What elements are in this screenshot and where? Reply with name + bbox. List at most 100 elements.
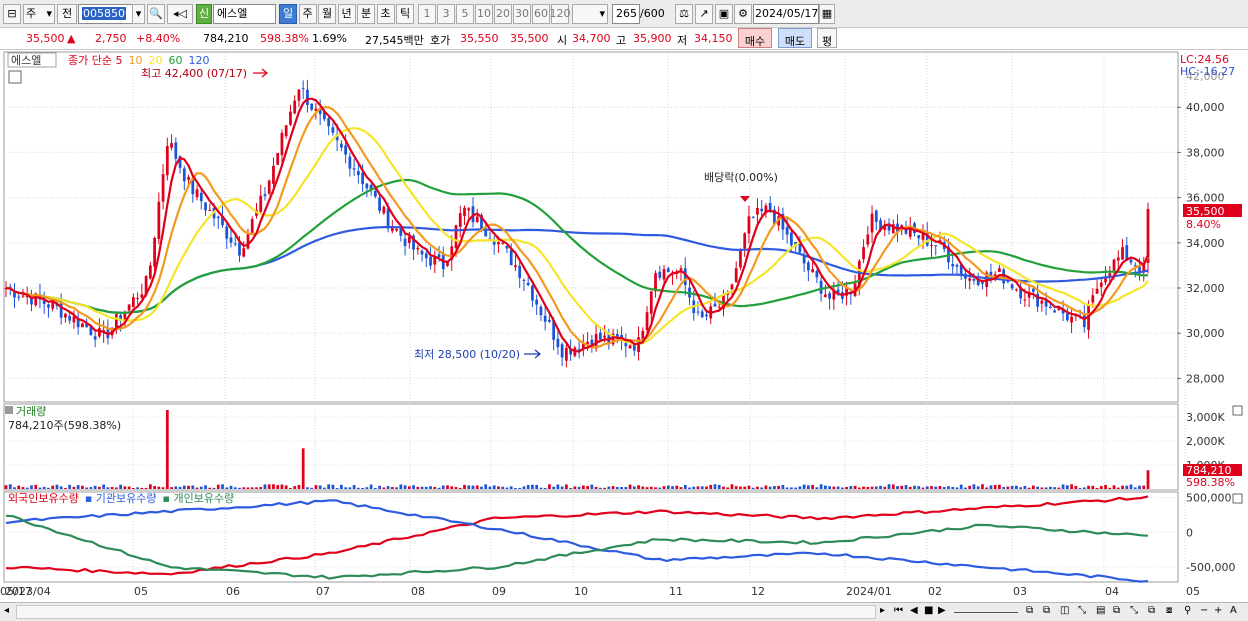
interval-button-1[interactable]: 1 — [418, 4, 436, 24]
volume-bar — [93, 485, 97, 489]
chart-svg[interactable]: 40,000 38,000 36,000 34,000 32,000 30,000 28,0… — [0, 50, 1248, 602]
interval-button-10[interactable]: 10 — [475, 4, 493, 24]
volume-bar — [870, 486, 874, 489]
period-button-5[interactable]: 초 — [376, 4, 395, 24]
candle-body — [458, 213, 462, 227]
first-icon[interactable]: ⏮ — [894, 605, 908, 619]
interval-button-120[interactable]: 120 — [550, 4, 571, 24]
image-icon[interactable]: ⧇ — [1166, 605, 1180, 619]
speaker-icon[interactable]: ◂◁ — [167, 4, 193, 24]
drawing-delete-icon[interactable]: ⤡ — [1078, 605, 1092, 619]
volume-bar — [492, 485, 496, 489]
holding-legend-item: 외국인보유수량 — [8, 492, 79, 505]
date-input[interactable]: 2024/05/17 — [753, 4, 819, 24]
count-input[interactable]: 265 — [612, 4, 640, 24]
indicator-icon[interactable]: ⚖ — [675, 4, 693, 24]
volume-bar — [47, 487, 50, 489]
buy-button[interactable]: 매수 — [738, 28, 772, 48]
gear-icon[interactable]: ⚙ — [734, 4, 752, 24]
candle-body — [395, 228, 398, 231]
volume-bar — [658, 487, 662, 489]
interval-button-3[interactable]: 3 — [437, 4, 455, 24]
candle-body — [874, 210, 878, 222]
forward-icon[interactable]: ▶ — [938, 605, 950, 619]
period-button-6[interactable]: 틱 — [396, 4, 414, 24]
stock-dropdown-button[interactable]: ▾ — [132, 4, 145, 24]
volume-bar — [55, 484, 59, 489]
calendar-icon[interactable]: ▦ — [819, 4, 835, 24]
candle-body — [751, 216, 755, 218]
candle-body — [47, 304, 50, 308]
scroll-left-icon[interactable]: ◂ — [4, 605, 14, 619]
copy-icon[interactable]: ⧉ — [1148, 605, 1162, 619]
volume-bar — [811, 485, 814, 489]
volume-bar — [717, 484, 721, 489]
search-icon[interactable]: ⚲ — [1184, 605, 1198, 619]
pane-close-icon[interactable] — [1232, 493, 1243, 504]
drawing-tool-icon[interactable]: ⤡ — [1130, 605, 1144, 619]
ma-line-5 — [5, 97, 1150, 353]
volume-bar — [798, 486, 802, 489]
layout-icon[interactable]: ⊟ — [3, 4, 21, 24]
chart-area[interactable]: 40,000 38,000 36,000 34,000 32,000 30,000 28,0… — [0, 50, 1248, 602]
save-icon[interactable]: ▣ — [715, 4, 733, 24]
stop-icon[interactable]: ■ — [924, 605, 936, 619]
candle-body — [658, 271, 662, 278]
volume-bar — [484, 484, 488, 489]
scroll-bar[interactable]: ◂ ▸ ⏮ ◀ ■ ▶ ⧉ ⧉ ◫ ⤡ ▤ ⧉ ⤡ ⧉ ⧇ ⚲ − + A — [0, 602, 1248, 621]
candle-body — [700, 311, 704, 318]
volume-bar — [688, 487, 691, 489]
interval-button-20[interactable]: 20 — [494, 4, 512, 24]
compare-icon[interactable]: ⧉ — [1113, 605, 1127, 619]
stock-code-input[interactable]: 005850 — [78, 4, 140, 24]
scroll-right-icon[interactable]: ▸ — [880, 605, 890, 619]
volume-bar — [806, 485, 810, 489]
volume-bar — [845, 486, 848, 489]
current-change-tag: 8.40% — [1186, 218, 1221, 231]
candle-body — [1091, 295, 1095, 303]
stock-name-field[interactable]: 에스엘 — [213, 4, 276, 24]
period-button-4[interactable]: 분 — [357, 4, 375, 24]
period-button-0[interactable]: 일 — [279, 4, 297, 24]
period-button-3[interactable]: 년 — [337, 4, 356, 24]
interval-button-30[interactable]: 30 — [513, 4, 531, 24]
window-icon[interactable]: ⧉ — [1026, 605, 1040, 619]
candle-body — [140, 294, 144, 298]
interval-button-60[interactable]: 60 — [532, 4, 550, 24]
volume-bar — [526, 485, 530, 489]
layout-icon[interactable]: ▤ — [1096, 605, 1110, 619]
candle-body — [127, 304, 131, 311]
back-icon[interactable]: ◀ — [910, 605, 922, 619]
volume-bar — [263, 484, 267, 489]
zoom-in-icon[interactable]: + — [1214, 605, 1224, 619]
volume-bar — [594, 486, 598, 489]
candle-body — [497, 242, 500, 245]
period-unit-select[interactable]: 주 ▾ — [23, 4, 55, 24]
candle-body — [1048, 306, 1052, 308]
volume-bar — [212, 487, 216, 489]
copy-icon[interactable]: ⧉ — [1043, 605, 1057, 619]
zoom-slider[interactable] — [954, 605, 1018, 613]
zoom-out-icon[interactable]: − — [1200, 605, 1210, 619]
scroll-track[interactable] — [16, 605, 876, 619]
current-price-tag-text: 35,500 — [1186, 205, 1225, 218]
volume-bar — [323, 487, 326, 489]
pane-close-icon[interactable] — [1232, 405, 1243, 416]
prev-button[interactable]: 전 — [57, 4, 77, 24]
period-button-1[interactable]: 주 — [298, 4, 317, 24]
candle-body — [535, 299, 539, 305]
font-size-icon[interactable]: A — [1230, 605, 1242, 619]
volume-bar — [1027, 487, 1031, 489]
search-icon[interactable]: 🔍 — [147, 4, 165, 24]
volume-bar — [233, 487, 237, 489]
eval-button[interactable]: 평 — [817, 28, 837, 48]
period-button-2[interactable]: 월 — [318, 4, 336, 24]
sell-button[interactable]: 매도 — [778, 28, 812, 48]
chart-window-icon[interactable]: ◫ — [1060, 605, 1074, 619]
interval-button-5[interactable]: 5 — [456, 4, 474, 24]
interval-extra-select[interactable]: ▾ — [572, 4, 608, 24]
volume-bar — [59, 486, 63, 489]
drawing-tool-icon[interactable]: ↗ — [695, 4, 713, 24]
volume-bar — [13, 487, 16, 489]
table-icon[interactable] — [8, 70, 22, 84]
